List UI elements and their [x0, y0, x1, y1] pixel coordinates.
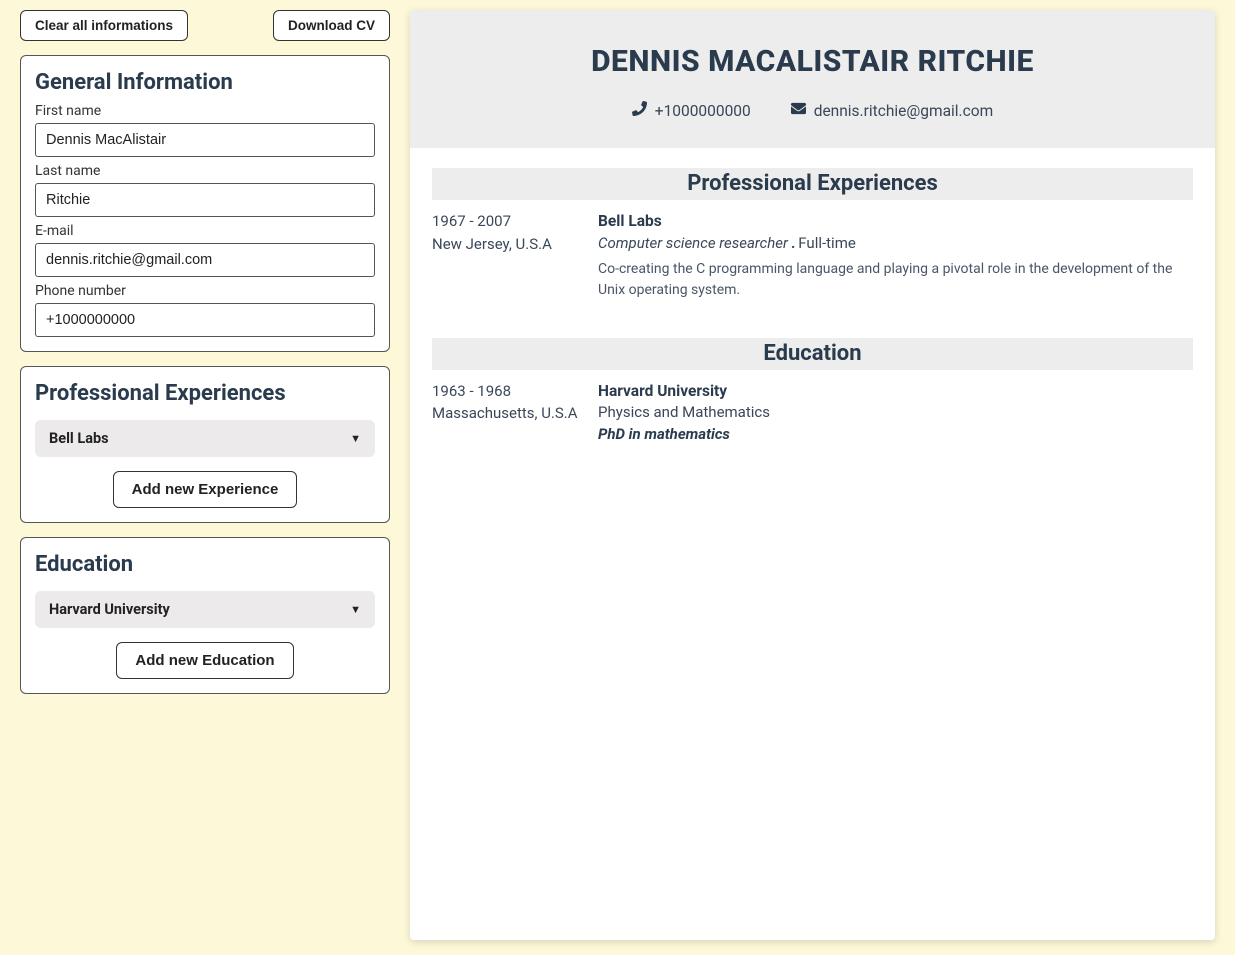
- cv-edu-location: Massachusetts, U.S.A: [432, 402, 582, 425]
- cv-header: DENNIS MACALISTAIR RITCHIE +1000000000 d…: [410, 10, 1215, 148]
- last-name-label: Last name: [35, 163, 375, 179]
- cv-edu-degree: PhD in mathematics: [598, 424, 1193, 446]
- phone-label: Phone number: [35, 283, 375, 299]
- cv-edu-field: Physics and Mathematics: [598, 402, 1193, 424]
- envelope-icon: [791, 101, 806, 120]
- chevron-down-icon: ▼: [350, 603, 361, 616]
- cv-preview: DENNIS MACALISTAIR RITCHIE +1000000000 d…: [410, 10, 1215, 940]
- cv-experiences-heading: Professional Experiences: [432, 168, 1193, 200]
- education-panel-title: Education: [35, 552, 375, 577]
- education-accordion-item[interactable]: Harvard University ▼: [35, 591, 375, 628]
- cv-exp-type: Full-time: [798, 234, 856, 252]
- download-cv-button[interactable]: Download CV: [273, 10, 390, 41]
- education-accordion-label: Harvard University: [49, 601, 170, 618]
- experiences-panel-title: Professional Experiences: [35, 381, 375, 406]
- experience-accordion-label: Bell Labs: [49, 430, 109, 447]
- clear-all-button[interactable]: Clear all informations: [20, 10, 188, 41]
- email-label: E-mail: [35, 223, 375, 239]
- general-info-title: General Information: [35, 70, 375, 95]
- first-name-label: First name: [35, 103, 375, 119]
- experiences-panel: Professional Experiences Bell Labs ▼ Add…: [20, 366, 390, 523]
- cv-education-heading: Education: [432, 338, 1193, 370]
- cv-exp-org: Bell Labs: [598, 210, 1193, 232]
- cv-exp-location: New Jersey, U.S.A: [432, 233, 582, 256]
- cv-edu-period: 1963 - 1968: [432, 380, 582, 403]
- phone-icon: [632, 101, 647, 120]
- cv-education-entry: 1963 - 1968 Massachusetts, U.S.A Harvard…: [432, 380, 1193, 446]
- first-name-input[interactable]: [35, 123, 375, 157]
- add-experience-button[interactable]: Add new Experience: [113, 471, 298, 508]
- phone-input[interactable]: [35, 303, 375, 337]
- cv-exp-role: Computer science researcher: [598, 234, 788, 252]
- cv-exp-period: 1967 - 2007: [432, 210, 582, 233]
- cv-experience-entry: 1967 - 2007 New Jersey, U.S.A Bell Labs …: [432, 210, 1193, 300]
- cv-email: dennis.ritchie@gmail.com: [814, 102, 993, 120]
- separator-dot: .: [788, 234, 798, 252]
- education-panel: Education Harvard University ▼ Add new E…: [20, 537, 390, 694]
- cv-edu-org: Harvard University: [598, 380, 1193, 402]
- cv-exp-desc: Co-creating the C programming language a…: [598, 259, 1193, 300]
- last-name-input[interactable]: [35, 183, 375, 217]
- experience-accordion-item[interactable]: Bell Labs ▼: [35, 420, 375, 457]
- add-education-button[interactable]: Add new Education: [116, 642, 293, 679]
- email-input[interactable]: [35, 243, 375, 277]
- general-info-panel: General Information First name Last name…: [20, 55, 390, 352]
- chevron-down-icon: ▼: [350, 432, 361, 445]
- cv-full-name: DENNIS MACALISTAIR RITCHIE: [430, 44, 1195, 79]
- cv-phone: +1000000000: [655, 102, 751, 120]
